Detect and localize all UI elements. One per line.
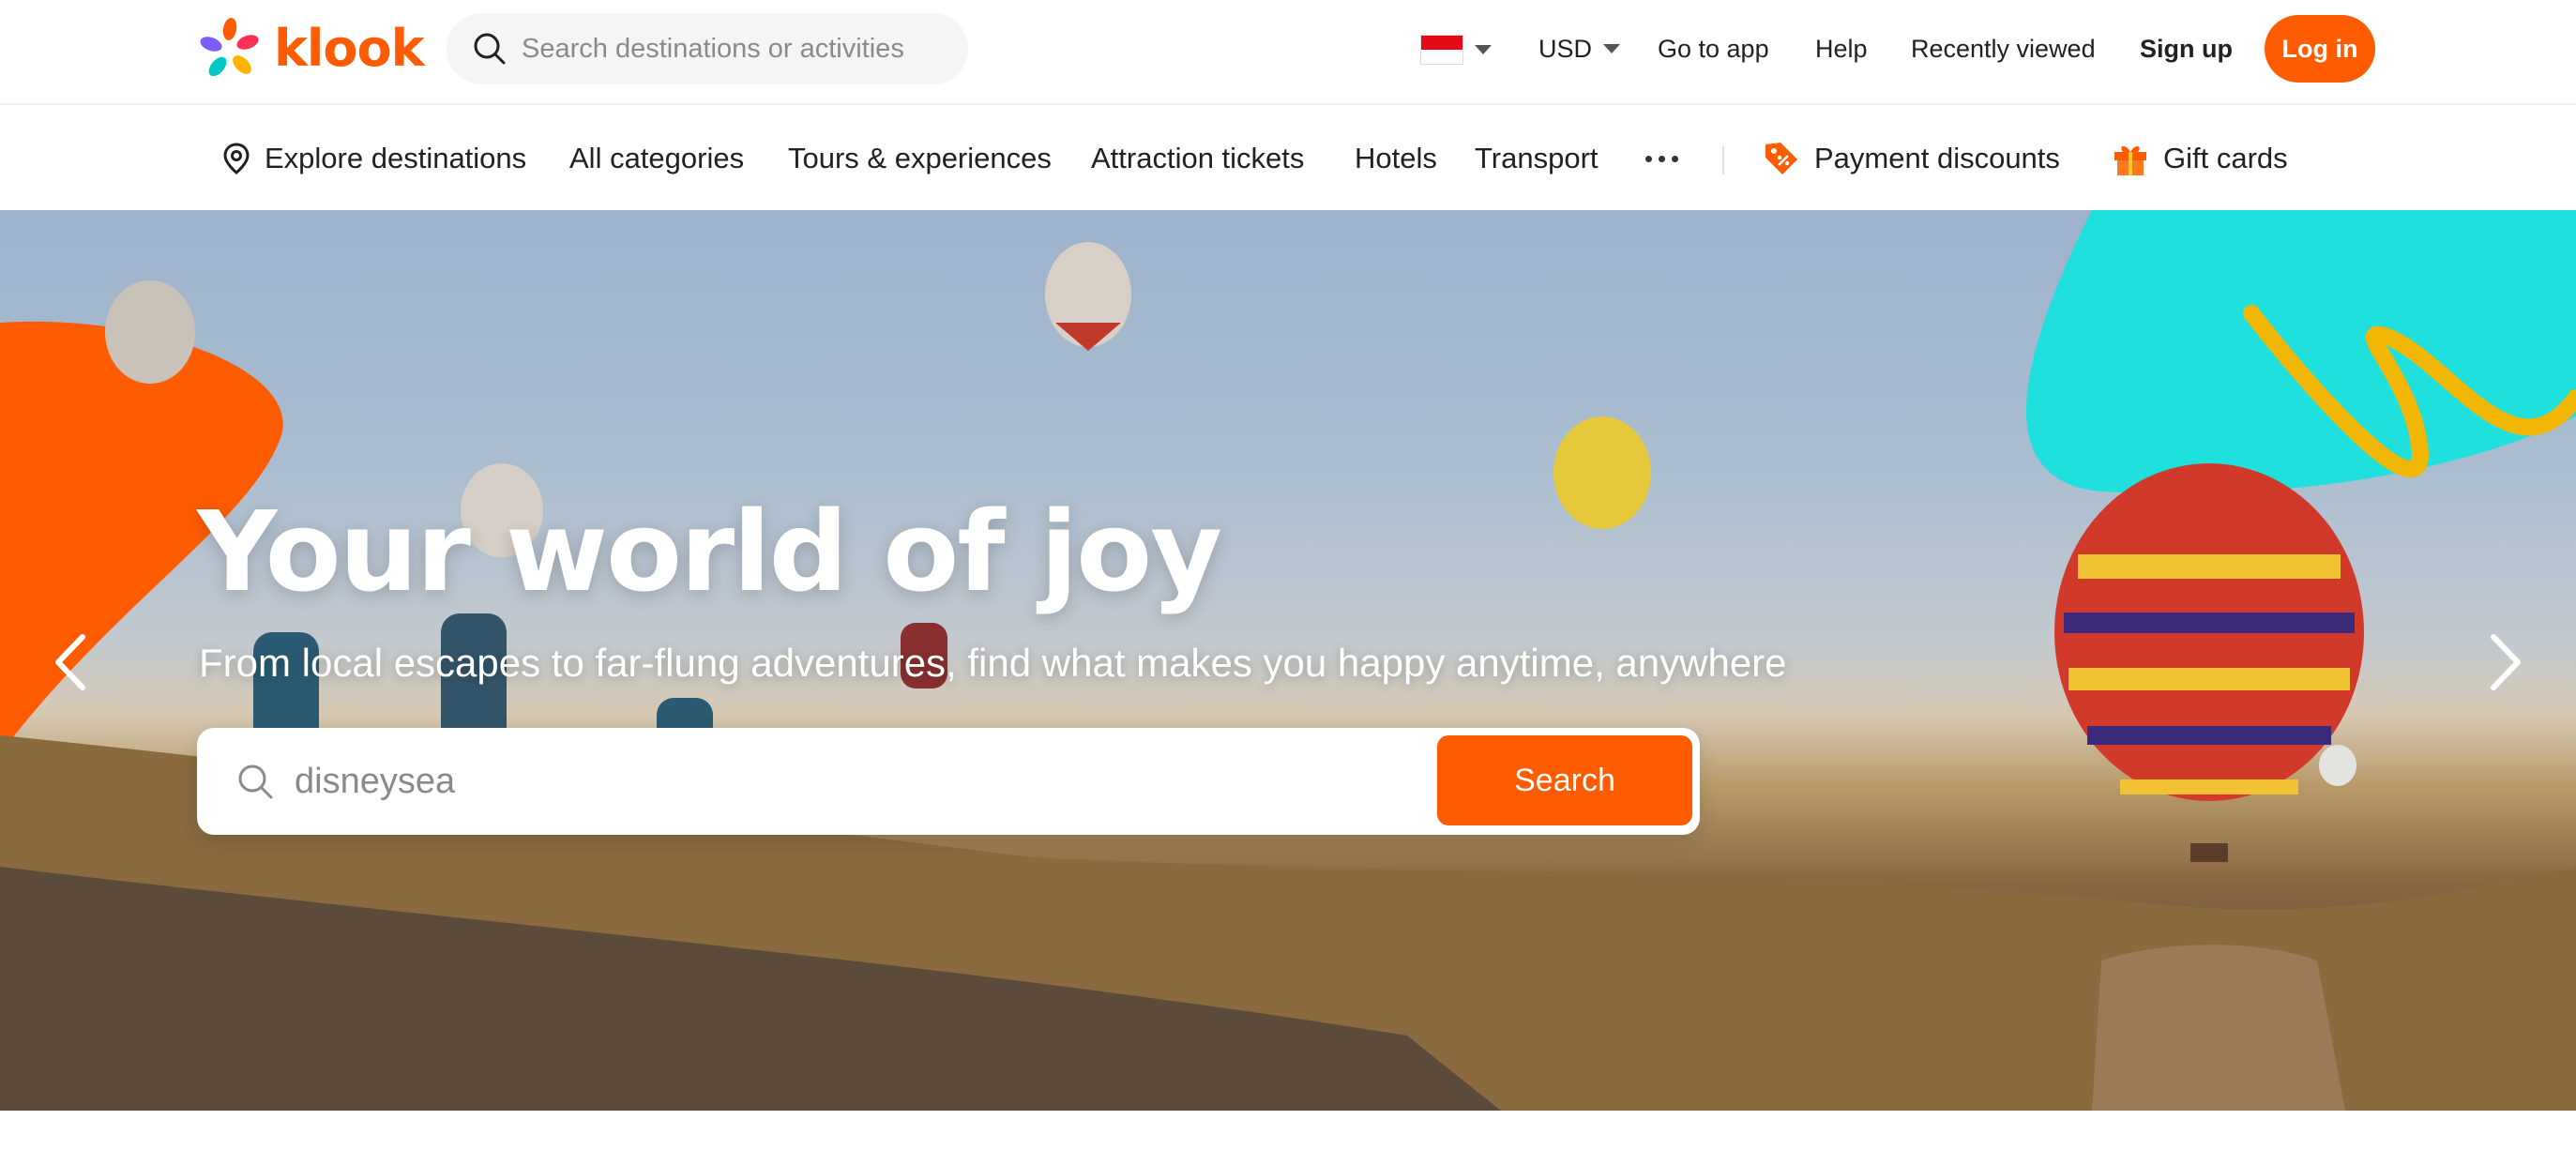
recently-viewed-link[interactable]: Recently viewed: [1911, 30, 2096, 68]
singapore-flag-icon: [1420, 35, 1463, 65]
transport-label: Transport: [1475, 142, 1599, 174]
carousel-next-button[interactable]: [2478, 625, 2535, 700]
country-selector[interactable]: [1420, 35, 1492, 65]
category-bar: Explore destinations All categories Tour…: [0, 107, 2576, 210]
payment-discounts-link[interactable]: Payment discounts: [1762, 137, 2060, 180]
gift-box-icon: [2114, 145, 2146, 175]
klook-logo-icon: [200, 18, 259, 77]
search-icon: [238, 764, 273, 799]
chevron-right-icon: [2491, 634, 2521, 690]
help-link[interactable]: Help: [1815, 30, 1868, 68]
category-divider: [1722, 146, 1724, 174]
all-categories-label: All categories: [569, 142, 745, 174]
hero-search-box[interactable]: disneysea Search: [197, 728, 1700, 835]
hero-title: Your world of joy: [197, 487, 1222, 616]
hero-search-button[interactable]: Search: [1437, 735, 1692, 825]
klook-logo[interactable]: klook: [197, 15, 425, 83]
currency-selector[interactable]: USD: [1538, 30, 1621, 68]
attraction-tickets-label: Attraction tickets: [1091, 142, 1305, 174]
go-to-app-link[interactable]: Go to app: [1658, 30, 1769, 68]
sign-up-link[interactable]: Sign up: [2140, 30, 2233, 68]
chevron-down-icon: [1603, 44, 1621, 53]
chevron-left-icon: [55, 634, 85, 690]
hero-subtitle: From local escapes to far-flung adventur…: [199, 641, 1787, 685]
location-pin-icon: [223, 143, 250, 174]
more-categories-icon[interactable]: [1645, 156, 1678, 162]
header-search[interactable]: [447, 13, 968, 84]
payment-discounts-label: Payment discounts: [1814, 142, 2060, 174]
all-categories-link[interactable]: All categories: [569, 137, 744, 180]
chevron-down-icon: [1475, 45, 1492, 54]
transport-link[interactable]: Transport: [1475, 137, 1599, 180]
hotels-label: Hotels: [1355, 142, 1437, 174]
currency-label: USD: [1538, 35, 1593, 63]
gift-cards-link[interactable]: Gift cards: [2111, 137, 2288, 180]
tours-experiences-link[interactable]: Tours & experiences: [788, 137, 1052, 180]
explore-destinations-link[interactable]: Explore destinations: [221, 137, 526, 180]
header-search-input[interactable]: [522, 33, 953, 65]
hotels-link[interactable]: Hotels: [1355, 137, 1437, 180]
carousel-prev-button[interactable]: [41, 625, 98, 700]
search-icon: [474, 33, 506, 65]
gift-cards-label: Gift cards: [2163, 142, 2288, 174]
discount-tag-icon: [1765, 143, 1797, 174]
explore-destinations-label: Explore destinations: [265, 142, 527, 174]
log-in-button[interactable]: Log in: [2265, 15, 2375, 83]
tours-experiences-label: Tours & experiences: [788, 142, 1052, 174]
klook-wordmark: klook: [274, 19, 425, 78]
top-header: klook USD Go to app Help Recently viewed…: [0, 0, 2576, 105]
hero-banner: Your world of joy From local escapes to …: [0, 210, 2576, 1111]
attraction-tickets-link[interactable]: Attraction tickets: [1091, 137, 1304, 180]
